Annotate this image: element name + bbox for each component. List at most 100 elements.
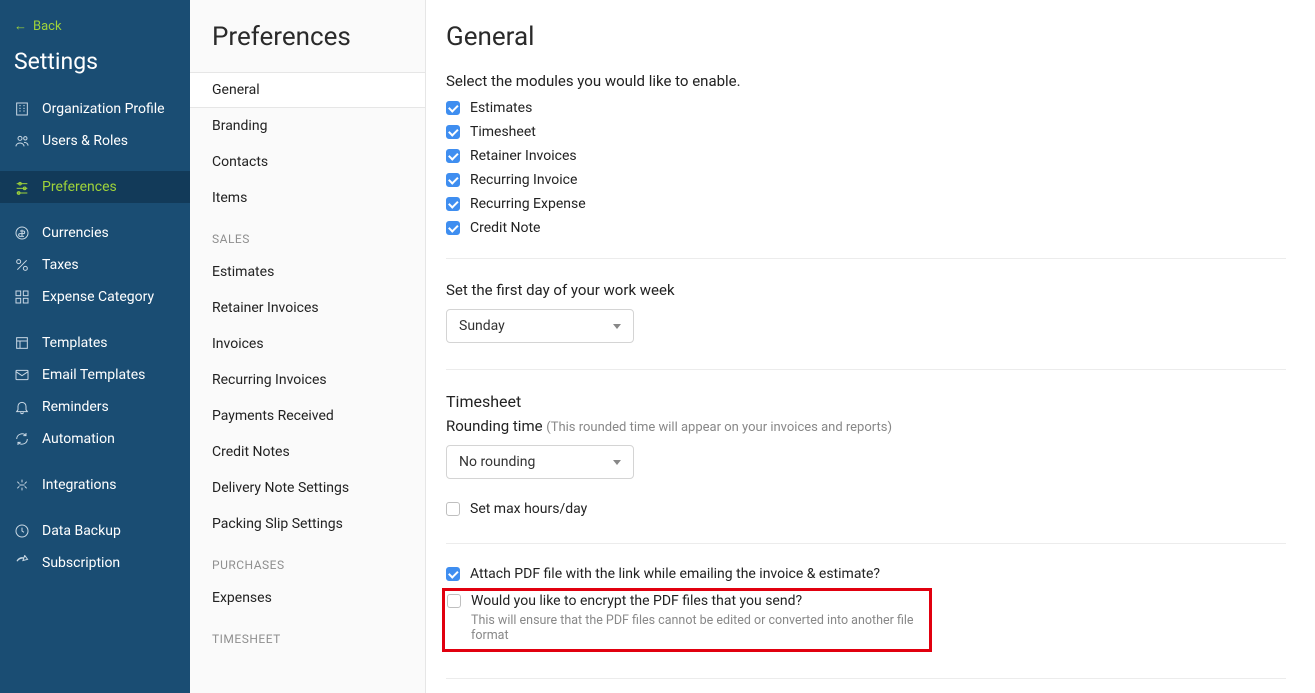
sidebar-item-label: Data Backup (42, 523, 121, 539)
attach-pdf-row: Attach PDF file with the link while emai… (446, 566, 1286, 582)
bell-icon (14, 399, 30, 415)
sidebar-item-preferences[interactable]: Preferences (0, 171, 190, 203)
module-label: Credit Note (470, 220, 540, 236)
pdf-options-block: Attach PDF file with the link while emai… (446, 566, 1286, 652)
pref-section-timesheet: TIMESHEET (190, 616, 425, 654)
sidebar-item-integrations[interactable]: Integrations (0, 469, 190, 501)
pref-item-packing-slip-settings[interactable]: Packing Slip Settings (190, 506, 425, 542)
sidebar-item-label: Automation (42, 431, 115, 447)
encrypt-label: Would you like to encrypt the PDF files … (471, 593, 802, 609)
workweek-value: Sunday (459, 318, 505, 334)
module-retainer-invoices: Retainer Invoices (446, 148, 1286, 164)
module-label: Recurring Expense (470, 196, 586, 212)
checkbox-estimates[interactable] (446, 101, 460, 115)
max-hours-label: Set max hours/day (470, 501, 587, 517)
checkbox-encrypt-pdf[interactable] (447, 594, 461, 608)
divider (446, 258, 1286, 259)
subscription-icon (14, 555, 30, 571)
sidebar-item-data-backup[interactable]: Data Backup (0, 515, 190, 547)
pref-section-sales: SALES (190, 216, 425, 254)
sidebar-item-organization-profile[interactable]: Organization Profile (0, 93, 190, 125)
pref-item-expenses[interactable]: Expenses (190, 580, 425, 616)
rounding-select[interactable]: No rounding (446, 445, 634, 479)
sidebar-item-label: Users & Roles (42, 133, 128, 149)
timesheet-heading: Timesheet (446, 392, 1286, 411)
page-title: General (446, 0, 1315, 72)
divider (446, 369, 1286, 370)
module-label: Recurring Invoice (470, 172, 577, 188)
pref-item-estimates[interactable]: Estimates (190, 254, 425, 290)
chevron-down-icon (613, 460, 621, 465)
module-recurring-invoice: Recurring Invoice (446, 172, 1286, 188)
divider (446, 543, 1286, 544)
preferences-title: Preferences (190, 0, 425, 72)
back-label: Back (33, 19, 62, 34)
pref-item-retainer-invoices[interactable]: Retainer Invoices (190, 290, 425, 326)
pref-item-contacts[interactable]: Contacts (190, 144, 425, 180)
timesheet-block: Timesheet Rounding time (This rounded ti… (446, 392, 1286, 517)
sidebar-item-taxes[interactable]: Taxes (0, 249, 190, 281)
integrations-icon (14, 477, 30, 493)
sidebar-item-automation[interactable]: Automation (0, 423, 190, 455)
category-icon (14, 289, 30, 305)
encrypt-pdf-row: Would you like to encrypt the PDF files … (447, 593, 921, 609)
module-estimates: Estimates (446, 100, 1286, 116)
sidebar-item-label: Preferences (42, 179, 117, 195)
pref-item-general[interactable]: General (190, 72, 425, 108)
currency-icon (14, 225, 30, 241)
building-icon (14, 101, 30, 117)
max-hours-row: Set max hours/day (446, 501, 1286, 517)
workweek-block: Set the first day of your work week Sund… (446, 281, 1286, 343)
sidebar-item-reminders[interactable]: Reminders (0, 391, 190, 423)
settings-title: Settings (0, 42, 190, 93)
rounding-value: No rounding (459, 454, 535, 470)
pref-item-items[interactable]: Items (190, 180, 425, 216)
backup-icon (14, 523, 30, 539)
checkbox-retainer-invoices[interactable] (446, 149, 460, 163)
pref-item-branding[interactable]: Branding (190, 108, 425, 144)
sidebar-item-expense-category[interactable]: Expense Category (0, 281, 190, 313)
rounding-label: Rounding time (446, 417, 546, 435)
attach-pdf-label: Attach PDF file with the link while emai… (470, 566, 880, 582)
back-link[interactable]: ← Back (0, 10, 190, 42)
pref-item-credit-notes[interactable]: Credit Notes (190, 434, 425, 470)
automation-icon (14, 431, 30, 447)
module-label: Estimates (470, 100, 532, 116)
sidebar-item-label: Reminders (42, 399, 109, 415)
pref-item-delivery-note-settings[interactable]: Delivery Note Settings (190, 470, 425, 506)
arrow-left-icon: ← (14, 18, 27, 34)
preferences-panel: Preferences General Branding Contacts It… (190, 0, 426, 693)
encrypt-highlight: Would you like to encrypt the PDF files … (442, 588, 932, 652)
pref-item-invoices[interactable]: Invoices (190, 326, 425, 362)
module-timesheet: Timesheet (446, 124, 1286, 140)
pref-item-recurring-invoices[interactable]: Recurring Invoices (190, 362, 425, 398)
sliders-icon (14, 179, 30, 195)
sidebar-item-currencies[interactable]: Currencies (0, 217, 190, 249)
pref-section-purchases: PURCHASES (190, 542, 425, 580)
checkbox-credit-note[interactable] (446, 221, 460, 235)
template-icon (14, 335, 30, 351)
sidebar-item-users-roles[interactable]: Users & Roles (0, 125, 190, 157)
sidebar-item-label: Taxes (42, 257, 79, 273)
workweek-select[interactable]: Sunday (446, 309, 634, 343)
settings-sidebar: ← Back Settings Organization Profile Use… (0, 0, 190, 693)
sidebar-item-label: Email Templates (42, 367, 145, 383)
sidebar-item-email-templates[interactable]: Email Templates (0, 359, 190, 391)
checkbox-max-hours[interactable] (446, 502, 460, 516)
pref-item-payments-received[interactable]: Payments Received (190, 398, 425, 434)
sidebar-item-label: Integrations (42, 477, 116, 493)
checkbox-recurring-expense[interactable] (446, 197, 460, 211)
checkbox-recurring-invoice[interactable] (446, 173, 460, 187)
module-label: Retainer Invoices (470, 148, 577, 164)
sidebar-item-subscription[interactable]: Subscription (0, 547, 190, 579)
modules-list: Estimates Timesheet Retainer Invoices Re… (446, 100, 1286, 236)
sidebar-item-label: Templates (42, 335, 108, 351)
main-content: General Select the modules you would lik… (426, 0, 1315, 693)
checkbox-timesheet[interactable] (446, 125, 460, 139)
module-recurring-expense: Recurring Expense (446, 196, 1286, 212)
sidebar-item-label: Subscription (42, 555, 120, 571)
module-credit-note: Credit Note (446, 220, 1286, 236)
sidebar-item-templates[interactable]: Templates (0, 327, 190, 359)
checkbox-attach-pdf[interactable] (446, 567, 460, 581)
sidebar-item-label: Expense Category (42, 289, 154, 305)
